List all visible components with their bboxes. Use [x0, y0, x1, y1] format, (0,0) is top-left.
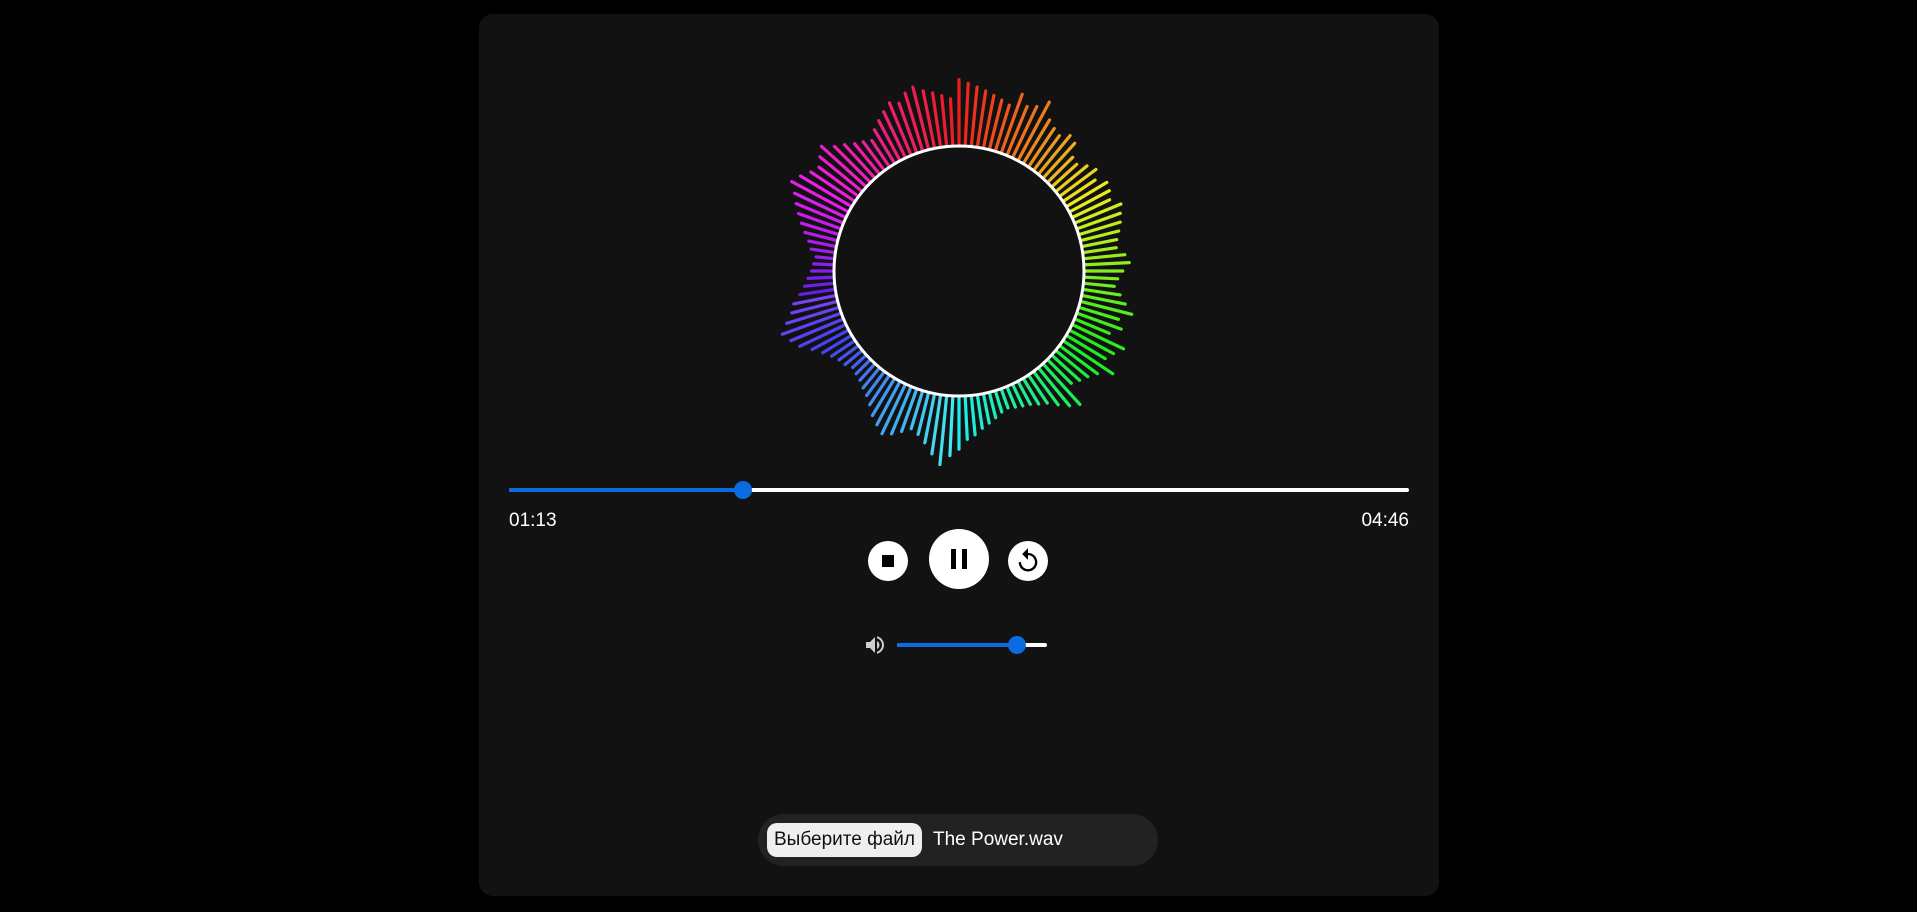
volume-fill — [897, 643, 1017, 647]
seek-track[interactable] — [509, 481, 1409, 499]
visualizer-bar — [993, 388, 1004, 414]
visualizer-bar — [837, 343, 862, 362]
selected-file-name: The Power.wav — [933, 829, 1063, 850]
seek-bar[interactable]: 01:13 04:46 — [509, 474, 1409, 531]
visualizer-bar — [812, 262, 837, 267]
visualizer-bar — [1081, 261, 1131, 267]
visualizer-bar — [948, 393, 955, 458]
visualizer-bar — [938, 392, 949, 467]
visualizer-bar — [809, 247, 838, 255]
choose-file-button[interactable]: Выберите файл — [767, 823, 922, 857]
player-card: 01:13 04:46 Выберите файл The Power.wav — [479, 14, 1439, 896]
visualizer-bar — [1021, 375, 1041, 406]
visualizer-ring — [832, 144, 1086, 398]
visualizer-bar — [814, 255, 838, 261]
seek-thumb[interactable] — [734, 481, 752, 499]
visualizer-bar — [1080, 253, 1127, 261]
audio-visualizer — [738, 50, 1180, 492]
visualizer-bar — [798, 287, 838, 297]
visualizer-bar — [987, 389, 998, 420]
stop-icon — [882, 555, 894, 567]
visualizer-bar — [1072, 316, 1111, 335]
visualizer-canvas — [780, 77, 1134, 467]
volume-control — [862, 630, 1062, 660]
visualizer-bar — [803, 281, 838, 288]
visualizer-bar — [999, 386, 1010, 410]
visualizer-bar — [1080, 287, 1122, 297]
replay-icon — [1018, 548, 1038, 572]
file-input: Выберите файл The Power.wav — [758, 814, 1158, 866]
visualizer-bar — [940, 94, 949, 150]
playback-controls — [479, 529, 1439, 593]
pause-icon — [951, 549, 967, 569]
visualizer-bar — [861, 365, 882, 390]
visualizer-bar — [948, 97, 955, 149]
visualizer-bar — [969, 392, 977, 437]
visualizer-bar — [963, 81, 970, 149]
visualizer-bar — [807, 239, 840, 249]
visualizer-bar — [1081, 275, 1120, 281]
visualizer-bar — [975, 392, 984, 430]
volume-slider[interactable] — [897, 636, 1047, 654]
volume-thumb[interactable] — [1008, 636, 1026, 654]
seek-progress-fill — [509, 488, 743, 492]
visualizer-bar — [830, 338, 858, 358]
visualizer-bar — [1080, 281, 1116, 288]
visualizer-bar — [1080, 246, 1118, 255]
replay-button[interactable] — [1008, 541, 1048, 581]
volume-icon[interactable] — [862, 633, 888, 657]
visualizer-bar — [969, 85, 979, 150]
visualizer-bar — [1040, 361, 1082, 406]
visualizer-bar — [806, 275, 837, 280]
visualizer-bar — [981, 391, 991, 425]
stop-button[interactable] — [868, 541, 908, 581]
visualizer-bar — [963, 393, 969, 441]
pause-button[interactable] — [929, 529, 989, 589]
